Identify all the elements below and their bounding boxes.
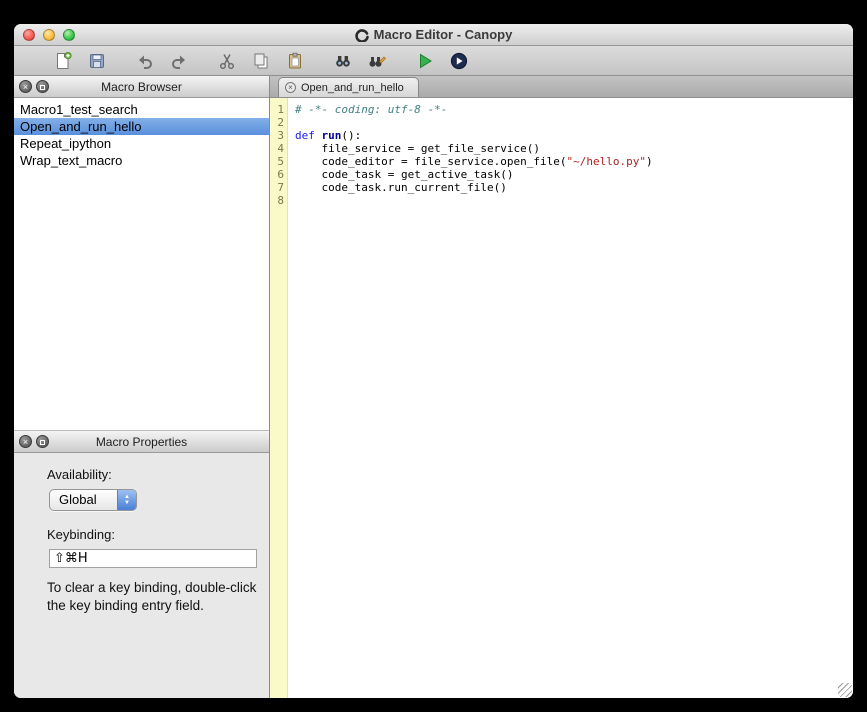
cut-icon[interactable]: [214, 48, 240, 74]
macro-list[interactable]: Macro1_test_search Open_and_run_hello Repe…: [14, 98, 269, 431]
left-panel-column: × Macro Browser Macro1_test_search Open_a…: [14, 76, 270, 698]
macro-browser-title: Macro Browser: [101, 79, 182, 94]
line-number: 3: [277, 129, 284, 142]
traffic-lights: [23, 28, 75, 41]
tab-close-icon[interactable]: ×: [285, 82, 296, 93]
list-item[interactable]: Wrap_text_macro: [14, 152, 269, 169]
close-panel-icon[interactable]: ×: [19, 435, 32, 448]
code-line: code_task = get_active_task(): [295, 168, 514, 181]
macro-properties-panel: Availability: Global ▲▼ Keybinding: To c…: [14, 453, 269, 698]
tab-label: Open_and_run_hello: [301, 81, 404, 94]
macro-properties-header: × Macro Properties: [14, 431, 269, 453]
find-icon[interactable]: [330, 48, 356, 74]
toolbar: [14, 46, 853, 76]
macro-editor-window: Macro Editor - Canopy × Macro Browser Ma…: [14, 24, 853, 698]
code-line: code_task.run_current_file(): [295, 181, 507, 194]
float-panel-icon[interactable]: [36, 80, 49, 93]
title-bar: Macro Editor - Canopy: [14, 24, 853, 46]
availability-value: Global: [59, 492, 97, 507]
editor-tab-bar: × Open_and_run_hello: [270, 76, 853, 98]
zoom-button[interactable]: [63, 28, 75, 41]
run-app-icon[interactable]: [446, 48, 472, 74]
tab-open-and-run-hello[interactable]: × Open_and_run_hello: [278, 77, 419, 97]
paste-icon[interactable]: [282, 48, 308, 74]
copy-icon[interactable]: [248, 48, 274, 74]
close-button[interactable]: [23, 28, 35, 41]
macro-properties-header-buttons: ×: [19, 435, 49, 448]
close-panel-icon[interactable]: ×: [19, 80, 32, 93]
resize-grip[interactable]: [838, 683, 852, 697]
line-number: 6: [277, 168, 284, 181]
availability-label: Availability:: [47, 467, 112, 482]
list-item[interactable]: Macro1_test_search: [14, 101, 269, 118]
line-number: 8: [277, 194, 284, 207]
line-number: 5: [277, 155, 284, 168]
line-number: 4: [277, 142, 284, 155]
code-line: code_editor = file_service.open_file("~/…: [295, 155, 653, 168]
new-macro-icon[interactable]: [50, 48, 76, 74]
window-title-wrap: Macro Editor - Canopy: [14, 24, 853, 45]
run-icon[interactable]: [412, 48, 438, 74]
code-line: file_service = get_file_service(): [295, 142, 541, 155]
canopy-app-icon: [355, 28, 369, 43]
macro-browser-header-buttons: ×: [19, 80, 49, 93]
main-area: × Macro Browser Macro1_test_search Open_a…: [14, 76, 853, 698]
editor-column: × Open_and_run_hello 12345678 # -*- codi…: [270, 76, 853, 698]
keybinding-label: Keybinding:: [47, 527, 115, 542]
line-number: 2: [277, 116, 284, 129]
availability-dropdown[interactable]: Global ▲ ▼: [49, 489, 137, 511]
minimize-button[interactable]: [43, 28, 55, 41]
window-title: Macro Editor - Canopy: [373, 27, 513, 42]
line-number-gutter: 12345678: [270, 98, 288, 698]
redo-icon[interactable]: [166, 48, 192, 74]
find-replace-icon[interactable]: [364, 48, 390, 74]
float-panel-icon[interactable]: [36, 435, 49, 448]
line-number: 1: [277, 103, 284, 116]
macro-properties-title: Macro Properties: [95, 434, 188, 449]
undo-icon[interactable]: [132, 48, 158, 74]
keybinding-field[interactable]: [49, 549, 257, 568]
code-area[interactable]: # -*- coding: utf-8 -*- def run(): file_s…: [288, 98, 853, 698]
code-line: # -*- coding: utf-8 -*-: [295, 103, 448, 116]
list-item[interactable]: Open_and_run_hello: [14, 118, 269, 135]
dropdown-stepper-icon: ▲ ▼: [117, 490, 136, 510]
code-line: def run():: [295, 129, 362, 142]
code-editor[interactable]: 12345678 # -*- coding: utf-8 -*- def run(…: [270, 98, 853, 698]
list-item[interactable]: Repeat_ipython: [14, 135, 269, 152]
macro-browser-header: × Macro Browser: [14, 76, 269, 98]
save-icon[interactable]: [84, 48, 110, 74]
keybinding-help-text: To clear a key binding, double-click the…: [47, 580, 257, 613]
line-number: 7: [277, 181, 284, 194]
